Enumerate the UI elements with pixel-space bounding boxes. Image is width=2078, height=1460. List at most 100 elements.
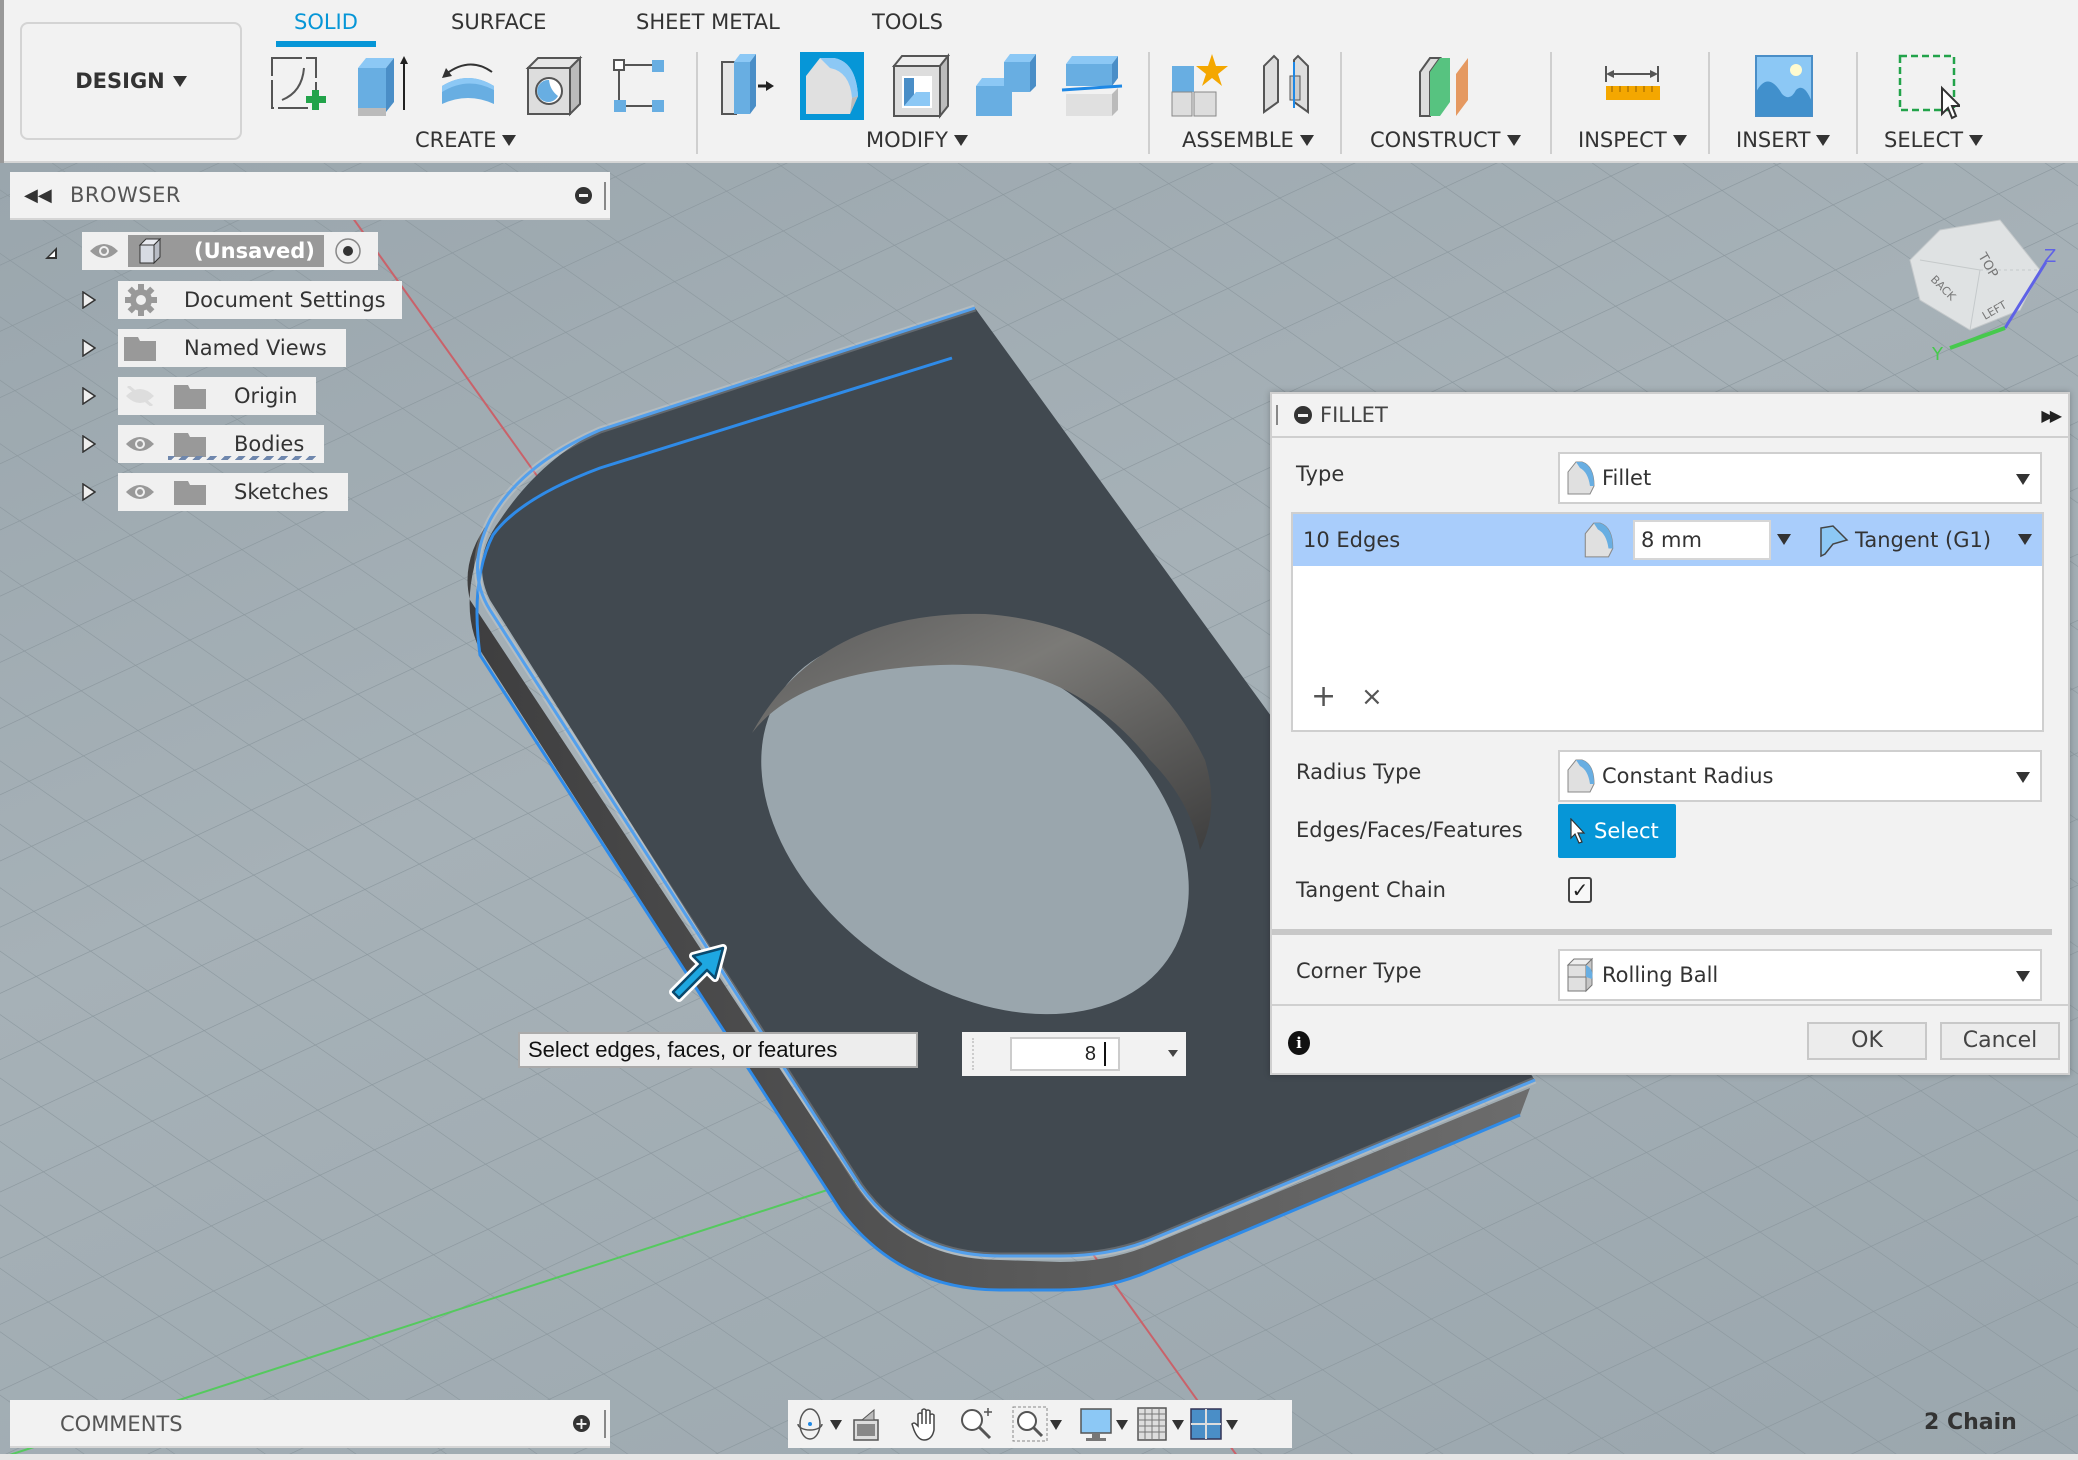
pan-icon[interactable] <box>908 1406 944 1442</box>
eye-icon[interactable] <box>124 434 156 454</box>
z-axis-label: Z <box>2044 246 2056 267</box>
comments-resize-handle[interactable] <box>604 1410 606 1438</box>
radius-inline-manipulator <box>962 1032 1186 1076</box>
add-edge-set-button[interactable]: + <box>1311 682 1336 712</box>
select-menu[interactable]: SELECT <box>1884 128 1984 152</box>
tangent-chain-checkbox[interactable]: ✓ <box>1568 877 1592 903</box>
eye-hidden-icon[interactable] <box>124 386 156 406</box>
extrude-icon[interactable] <box>350 52 414 120</box>
continuity-dropdown-icon[interactable] <box>2018 534 2032 545</box>
type-dropdown[interactable]: Fillet <box>1558 452 2042 504</box>
eye-icon[interactable] <box>124 482 156 502</box>
split-body-icon[interactable] <box>1060 52 1124 120</box>
grid-dropdown-icon[interactable] <box>1172 1420 1184 1430</box>
fillet-type-icon <box>1567 461 1595 495</box>
shell-icon[interactable] <box>888 52 952 120</box>
tree-root-box: (Unsaved) <box>82 232 378 270</box>
create-sketch-icon[interactable] <box>266 52 330 120</box>
type-label: Type <box>1296 462 1345 486</box>
collapse-triangle-icon[interactable] <box>44 244 58 262</box>
chevron-down-icon <box>1506 134 1521 146</box>
section-divider <box>1272 929 2052 935</box>
info-icon[interactable]: i <box>1288 1031 1310 1055</box>
radius-input[interactable]: 8 mm <box>1633 520 1771 560</box>
fillet-radius-icon <box>1584 522 1614 558</box>
collapse-browser-icon[interactable]: ◀◀ <box>24 185 52 206</box>
chevron-down-icon <box>1672 134 1687 146</box>
select-edges-button[interactable]: Select <box>1558 804 1676 858</box>
orbit-dropdown-icon[interactable] <box>830 1420 842 1430</box>
add-comment-icon[interactable]: + <box>573 1415 590 1432</box>
inspect-menu[interactable]: INSPECT <box>1578 128 1687 152</box>
fillet-icon[interactable] <box>800 52 864 120</box>
zoom-dropdown-icon[interactable] <box>1050 1420 1062 1430</box>
edge-count: 10 Edges <box>1303 528 1401 552</box>
window-select-icon[interactable] <box>1896 52 1963 120</box>
expand-triangle-icon[interactable] <box>82 339 96 357</box>
browser-pin-icon[interactable] <box>575 187 592 204</box>
pattern-icon[interactable] <box>608 52 672 120</box>
browser-panel-header: ◀◀ BROWSER <box>10 172 610 220</box>
expand-triangle-icon[interactable] <box>82 387 96 405</box>
joint-icon[interactable] <box>1254 52 1318 120</box>
tab-solid[interactable]: SOLID <box>276 8 376 47</box>
display-settings-icon[interactable] <box>1078 1406 1114 1442</box>
modify-menu[interactable]: MODIFY <box>866 128 968 152</box>
divider <box>1340 52 1342 154</box>
collapse-dialog-icon[interactable] <box>1294 406 1312 424</box>
insert-menu-label: INSERT <box>1736 128 1811 152</box>
chevron-down-icon[interactable] <box>1168 1050 1178 1057</box>
expand-dialog-icon[interactable]: ▶▶ <box>2041 406 2062 425</box>
offset-plane-icon[interactable] <box>1414 52 1478 120</box>
construct-menu[interactable]: CONSTRUCT <box>1370 128 1521 152</box>
insert-image-icon[interactable] <box>1752 52 1816 120</box>
tab-sheet-metal[interactable]: SHEET METAL <box>636 8 780 44</box>
view-cube[interactable]: TOP BACK LEFT Z Y <box>1880 200 2060 370</box>
measure-icon[interactable] <box>1600 52 1664 120</box>
press-pull-icon[interactable] <box>716 52 780 120</box>
tree-item-box: Bodies <box>118 425 324 463</box>
tangent-continuity-icon <box>1820 525 1849 558</box>
activate-radio-icon[interactable] <box>334 237 362 265</box>
drag-handle[interactable] <box>972 1038 974 1070</box>
fit-icon[interactable] <box>1012 1406 1048 1442</box>
radius-dropdown-icon[interactable] <box>1777 534 1791 545</box>
viewports-icon[interactable] <box>1188 1406 1224 1442</box>
new-component-icon[interactable] <box>1168 52 1232 120</box>
orbit-icon[interactable] <box>792 1406 828 1442</box>
assemble-menu[interactable]: ASSEMBLE <box>1182 128 1314 152</box>
combine-icon[interactable] <box>974 52 1038 120</box>
grid-icon[interactable] <box>1134 1406 1170 1442</box>
ok-button[interactable]: OK <box>1807 1022 1927 1060</box>
expand-triangle-icon[interactable] <box>82 435 96 453</box>
dialog-drag-handle[interactable] <box>1276 405 1278 425</box>
look-at-icon[interactable] <box>848 1406 884 1442</box>
edge-set-list: 10 Edges 8 mm Tangent (G1) + × <box>1291 512 2044 732</box>
zoom-icon[interactable] <box>958 1406 994 1442</box>
divider <box>1148 52 1150 154</box>
corner-type-value: Rolling Ball <box>1602 963 1719 987</box>
component-label-box[interactable]: (Unsaved) <box>128 235 324 267</box>
component-name: (Unsaved) <box>194 239 315 263</box>
remove-edge-set-button[interactable]: × <box>1361 682 1383 712</box>
edge-set-row[interactable]: 10 Edges 8 mm Tangent (G1) <box>1293 514 2042 566</box>
workspace-switcher[interactable]: DESIGN <box>20 22 242 140</box>
fillet-dialog-header[interactable]: FILLET ▶▶ <box>1272 394 2068 438</box>
cancel-button[interactable]: Cancel <box>1940 1022 2060 1060</box>
viewports-dropdown-icon[interactable] <box>1226 1420 1238 1430</box>
bottom-edge <box>0 1454 2078 1460</box>
insert-menu[interactable]: INSERT <box>1736 128 1831 152</box>
browser-resize-handle[interactable] <box>604 182 606 210</box>
tab-surface[interactable]: SURFACE <box>451 8 546 44</box>
expand-triangle-icon[interactable] <box>82 291 96 309</box>
create-menu[interactable]: CREATE <box>415 128 517 152</box>
revolve-icon[interactable] <box>436 52 500 120</box>
hole-icon[interactable] <box>522 52 586 120</box>
corner-type-dropdown[interactable]: Rolling Ball <box>1558 949 2042 1001</box>
eye-icon[interactable] <box>88 241 120 261</box>
expand-triangle-icon[interactable] <box>82 483 96 501</box>
display-dropdown-icon[interactable] <box>1116 1420 1128 1430</box>
tab-tools[interactable]: TOOLS <box>872 8 943 44</box>
radius-type-label: Radius Type <box>1296 760 1422 784</box>
radius-type-dropdown[interactable]: Constant Radius <box>1558 750 2042 802</box>
